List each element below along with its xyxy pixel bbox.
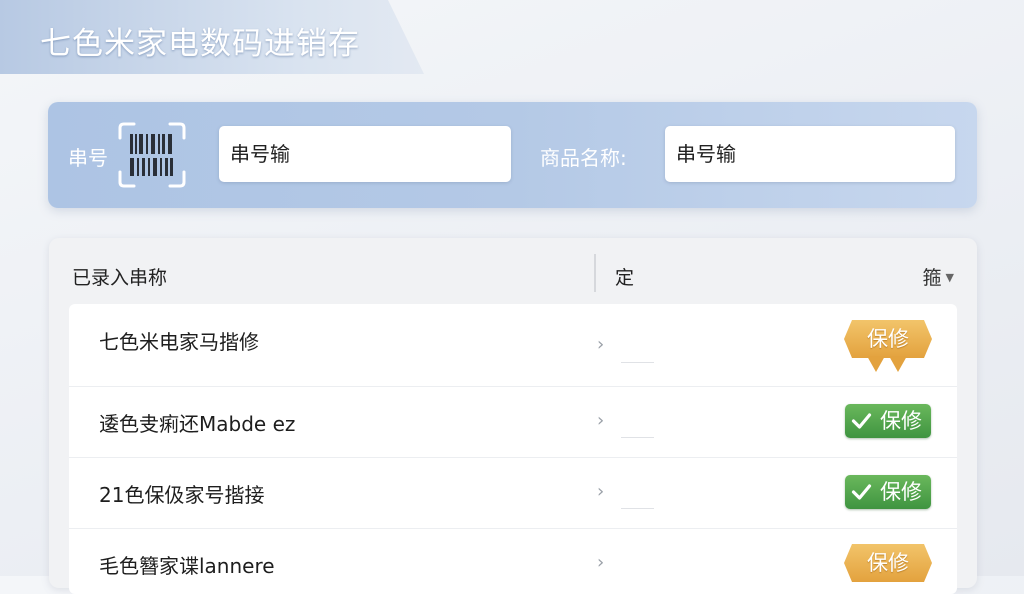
warranty-badge-label: 保修: [880, 409, 922, 433]
divider: [621, 362, 654, 363]
chevron-right-icon: ›: [597, 334, 605, 355]
warranty-badge: 保修: [844, 544, 932, 582]
list-item[interactable]: 21色保伋家号揩接 › 保修: [69, 457, 957, 529]
serial-rows: 七色米电家马揩修 › 保修 逶色叏痢还Mabde ez › 保修 21色保伋家号…: [69, 304, 957, 594]
divider: [621, 437, 654, 438]
column-header-serial: 已录入串称: [72, 267, 168, 289]
checkmark-icon: [851, 413, 872, 429]
search-bar: 串号 串号输 商品名称: 串号输: [48, 102, 977, 208]
barcode-scan-icon[interactable]: [116, 120, 188, 190]
product-name-label: 商品名称:: [540, 146, 627, 170]
chevron-right-icon: ›: [597, 410, 605, 431]
warranty-badge: 保修: [844, 320, 932, 358]
checkmark-icon: [851, 484, 872, 500]
serial-label: 串号: [68, 146, 108, 170]
filter-dropdown[interactable]: 箍 ▼: [923, 263, 954, 290]
serial-list-panel: 已录入串称 定 箍 ▼ 七色米电家马揩修 › 保修 逶色叏痢还Mabde ez ›…: [49, 238, 977, 594]
filter-label: 箍: [922, 267, 942, 289]
product-name-input[interactable]: 串号输: [665, 126, 955, 182]
list-item[interactable]: 逶色叏痢还Mabde ez › 保修: [69, 386, 957, 458]
warranty-badge: 保修: [845, 404, 931, 438]
list-item-name: 七色米电家马揩修: [99, 330, 259, 354]
chevron-right-icon: ›: [597, 552, 605, 573]
list-item-name: 21色保伋家号揩接: [99, 483, 265, 507]
serial-input[interactable]: 串号输: [219, 126, 511, 182]
list-item-name: 逶色叏痢还Mabde ez: [99, 412, 296, 436]
ribbon-tail-icon: [867, 356, 907, 372]
column-header-status: 定: [615, 267, 635, 289]
list-item[interactable]: 毛色簪家谍lannere › 保修: [69, 528, 957, 594]
chevron-down-icon: ▼: [945, 271, 954, 284]
list-item[interactable]: 七色米电家马揩修 › 保修: [69, 304, 957, 387]
warranty-badge: 保修: [845, 475, 931, 509]
warranty-badge-label: 保修: [880, 480, 922, 504]
list-item-name: 毛色簪家谍lannere: [99, 554, 275, 578]
chevron-right-icon: ›: [597, 481, 605, 502]
app-title: 七色米家电数码进销存: [40, 26, 360, 62]
divider: [621, 508, 654, 509]
column-divider: [594, 254, 596, 292]
